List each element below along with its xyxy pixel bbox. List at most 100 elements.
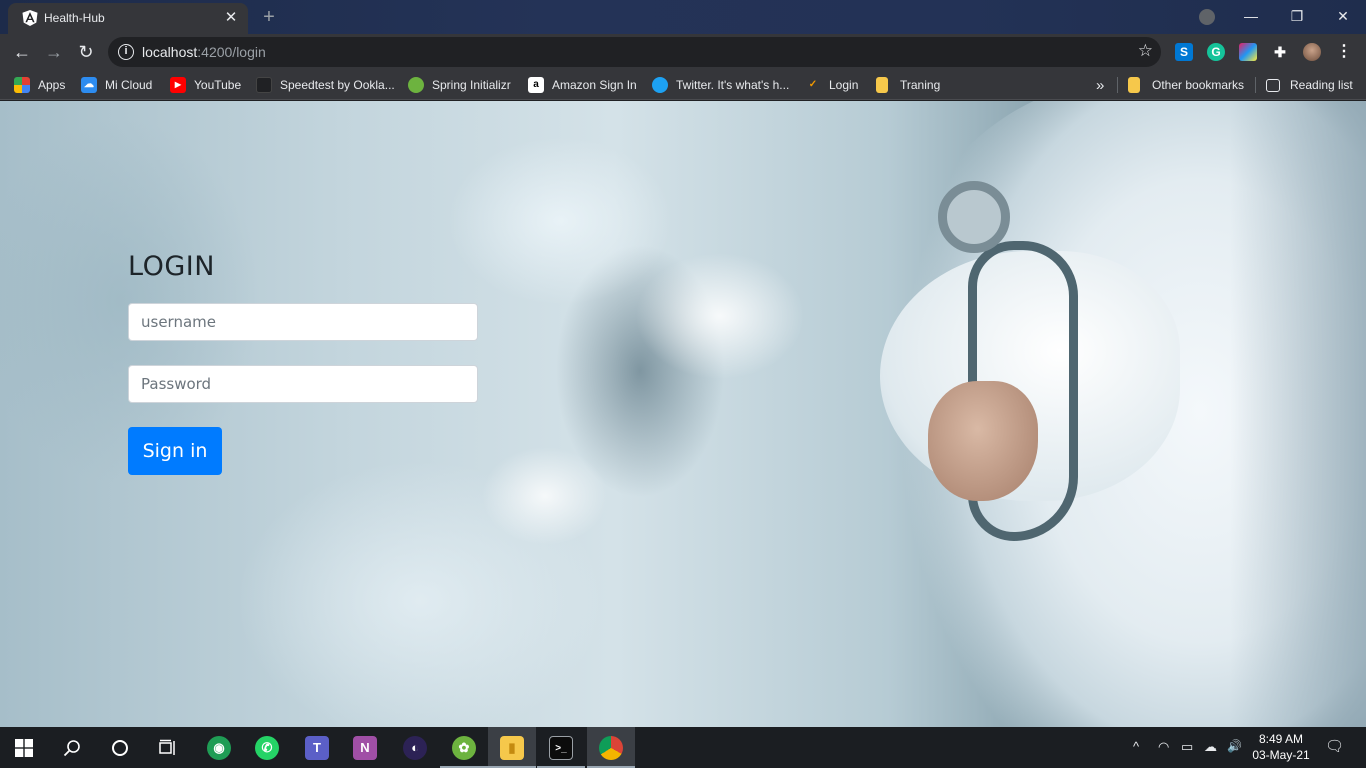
login-form: LOGIN Sign in: [128, 251, 478, 475]
page-title: LOGIN: [128, 251, 215, 282]
start-button[interactable]: [0, 727, 48, 768]
bookmarks-divider: [1255, 77, 1256, 93]
reading-list-button[interactable]: Reading list: [1266, 77, 1353, 93]
spring-tool-app[interactable]: ✿: [440, 727, 488, 768]
mi-cloud-icon: ☁: [81, 77, 97, 93]
site-info-icon[interactable]: i: [118, 44, 134, 60]
folder-icon: ▮: [500, 735, 524, 760]
location-icon: ◉: [207, 735, 231, 760]
bookmark-twitter[interactable]: Twitter. It's what's h...: [652, 77, 789, 93]
battery-icon[interactable]: ▭: [1181, 739, 1193, 755]
bookmark-login[interactable]: ✓ Login: [805, 77, 859, 93]
bookmark-mi-cloud[interactable]: ☁ Mi Cloud: [81, 77, 152, 93]
bookmark-label: Traning: [900, 78, 941, 92]
bookmark-apps[interactable]: Apps: [14, 77, 65, 93]
forward-button[interactable]: →: [42, 40, 66, 64]
clock-time: 8:49 AM: [1258, 732, 1304, 746]
bookmark-speedtest[interactable]: Speedtest by Ookla...: [256, 77, 395, 93]
grammarly-icon[interactable]: G: [1207, 43, 1225, 61]
tab-health-hub[interactable]: Health-Hub ✕: [8, 3, 248, 34]
eclipse-app[interactable]: ◐: [391, 727, 439, 768]
apps-grid-icon: [14, 77, 30, 93]
doctor-hand: [928, 381, 1038, 501]
bookmark-label: YouTube: [194, 78, 242, 92]
folder-icon: [876, 77, 888, 93]
url-text[interactable]: localhost:4200/login: [142, 44, 266, 60]
bookmark-amazon[interactable]: a Amazon Sign In: [528, 77, 637, 93]
back-button[interactable]: ←: [10, 40, 34, 64]
tab-close-icon[interactable]: ✕: [222, 9, 240, 27]
angular-icon: [22, 10, 38, 26]
amazon-icon: a: [528, 77, 544, 93]
puzzle-icon[interactable]: ✚: [1271, 43, 1289, 61]
cortana-button[interactable]: [96, 727, 144, 768]
volume-icon[interactable]: 🔊: [1227, 739, 1242, 753]
task-view-button[interactable]: [144, 727, 192, 768]
task-view-icon: [159, 739, 175, 755]
bookmark-label: Spring Initializr: [432, 78, 511, 92]
bookmark-spring-initializr[interactable]: Spring Initializr: [408, 77, 511, 93]
notifications-icon[interactable]: 🗨: [1325, 737, 1344, 755]
speedtest-icon: [256, 77, 272, 93]
bookmark-youtube[interactable]: ▶ YouTube: [170, 77, 241, 93]
onedrive-icon[interactable]: ☁: [1204, 739, 1217, 755]
cortana-icon: [112, 739, 128, 756]
maps-app[interactable]: ◉: [195, 727, 243, 768]
eclipse-icon: ◐: [403, 735, 427, 760]
bookmark-star-icon[interactable]: ☆: [1138, 41, 1153, 61]
bookmarks-bar: Apps ☁ Mi Cloud ▶ YouTube Speedtest by O…: [0, 70, 1366, 100]
bookmarks-divider: [1117, 77, 1118, 93]
bookmark-label: Speedtest by Ookla...: [280, 78, 395, 92]
close-window-button[interactable]: ✕: [1320, 0, 1366, 32]
skype-icon[interactable]: S: [1175, 43, 1193, 61]
minimize-button[interactable]: —: [1228, 0, 1274, 32]
chrome-icon: [599, 735, 623, 760]
address-bar[interactable]: i localhost:4200/login ☆: [108, 37, 1161, 67]
onenote-app[interactable]: N: [341, 727, 389, 768]
bookmark-label: Login: [829, 78, 859, 92]
taskbar-clock[interactable]: 8:49 AM 03-May-21: [1248, 731, 1314, 763]
search-button[interactable]: [48, 727, 96, 768]
bookmarks-overflow-button[interactable]: »: [1096, 77, 1104, 94]
login-icon: ✓: [808, 79, 818, 90]
restore-button[interactable]: ❐: [1274, 0, 1320, 32]
whatsapp-icon: ✆: [255, 735, 279, 760]
search-icon: [63, 739, 80, 756]
color-picker-icon[interactable]: [1239, 43, 1257, 61]
teams-app[interactable]: T: [293, 727, 341, 768]
background-shadow: [1230, 101, 1366, 727]
bookmark-other[interactable]: Other bookmarks: [1128, 77, 1244, 93]
file-explorer-app[interactable]: ▮: [488, 727, 536, 768]
bookmark-label: Other bookmarks: [1152, 78, 1245, 92]
whatsapp-app[interactable]: ✆: [243, 727, 291, 768]
show-hidden-icons-button[interactable]: ^: [1133, 739, 1139, 754]
wifi-icon[interactable]: ◠: [1158, 739, 1169, 755]
bookmark-label: Reading list: [1290, 78, 1353, 92]
username-input[interactable]: [128, 303, 478, 341]
login-page: LOGIN Sign in: [0, 101, 1366, 727]
bookmark-label: Twitter. It's what's h...: [676, 78, 790, 92]
stethoscope-icon: [938, 181, 1010, 253]
onenote-icon: N: [353, 735, 377, 760]
windows-icon: [15, 738, 33, 757]
password-input[interactable]: [128, 365, 478, 403]
clock-date: 03-May-21: [1252, 748, 1310, 762]
bookmark-label: Mi Cloud: [105, 78, 153, 92]
chrome-app[interactable]: [587, 727, 635, 768]
avatar[interactable]: [1303, 43, 1321, 61]
twitter-icon: [652, 77, 668, 93]
bookmark-label: Amazon Sign In: [552, 78, 637, 92]
menu-icon[interactable]: ⋮: [1335, 43, 1353, 61]
bookmark-label: Apps: [38, 78, 66, 92]
spring-icon: ✿: [452, 735, 476, 760]
sign-in-button[interactable]: Sign in: [128, 427, 222, 475]
tab-search-icon[interactable]: [1199, 9, 1215, 25]
terminal-app[interactable]: >_: [537, 727, 585, 768]
new-tab-button[interactable]: +: [258, 6, 280, 28]
spring-icon: [408, 77, 424, 93]
reload-button[interactable]: ↻: [74, 40, 98, 64]
youtube-icon: ▶: [170, 77, 186, 93]
url-path: :4200/login: [197, 44, 266, 60]
bookmark-folder-traning[interactable]: Traning: [876, 77, 940, 93]
reading-list-icon: [1266, 78, 1280, 92]
